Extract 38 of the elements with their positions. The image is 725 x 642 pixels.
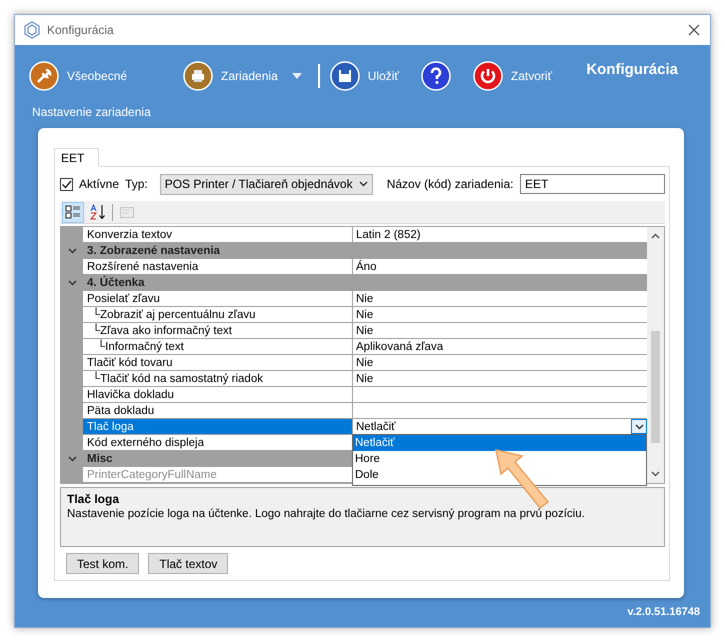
property-name[interactable]: └Zľava ako informačný text (83, 323, 353, 339)
property-value[interactable]: Nie (356, 308, 374, 320)
property-name[interactable]: Kód externého displeja (83, 435, 353, 451)
version-label: v.2.0.51.16748 (627, 605, 701, 618)
subtitle: Nastavenie zariadenia (31, 105, 152, 121)
description-text: Nastavenie pozície loga na účtenke. Logo nahrajte do tlačiarne cez servisný program na prvú pozíciu. (67, 508, 586, 520)
property-name[interactable]: Hlavička dokladu (83, 387, 353, 403)
field-label: Typ: (125, 177, 148, 191)
property-value[interactable]: Aplikovaná zľava (356, 340, 444, 352)
action-button[interactable]: Tlač textov (148, 553, 228, 574)
property-name[interactable]: Tlačiť kód tovaru (83, 355, 353, 371)
property-name[interactable]: Posielať zľavu (83, 291, 353, 307)
property-value[interactable]: Nie (356, 372, 374, 384)
category-header[interactable]: 3. Zobrazené nastavenia (83, 243, 647, 259)
property-value[interactable]: Nie (356, 356, 374, 368)
property-name[interactable]: Rozšírené nastavenia (83, 259, 353, 275)
property-value[interactable]: Áno (356, 260, 376, 272)
window-title: Konfigurácia (47, 23, 115, 37)
property-value[interactable]: Nie (356, 324, 374, 336)
type-select[interactable]: POS Printer / Tlačiareň objednávok (160, 174, 373, 194)
property-name[interactable]: Konverzia textov (83, 227, 353, 243)
property-name[interactable]: └Informačný text (83, 339, 353, 355)
property-value[interactable]: Latin 2 (852) (356, 228, 421, 240)
field-label: Názov (kód) zariadenia: (386, 177, 514, 191)
property-name[interactable]: Päta dokladu (83, 403, 353, 419)
page-heading: Konfigurácia (586, 61, 679, 78)
dropdown-option[interactable]: Netlačiť (353, 435, 646, 451)
checkbox-label: Aktívne (79, 177, 120, 191)
description-title: Tlač loga (67, 492, 120, 506)
property-value[interactable]: Netlačiť (356, 420, 396, 432)
property-value[interactable]: Nie (356, 292, 374, 304)
tab[interactable]: EET (54, 148, 100, 167)
property-name[interactable]: Tlač loga (83, 419, 353, 435)
category-header[interactable]: 4. Účtenka (83, 275, 647, 291)
action-button[interactable]: Test kom. (66, 553, 140, 574)
property-name[interactable]: └Tlačiť kód na samostatný riadok (83, 371, 353, 387)
input-field[interactable]: EET (520, 174, 665, 194)
property-name[interactable]: └Zobraziť aj percentuálnu zľavu (83, 307, 353, 323)
